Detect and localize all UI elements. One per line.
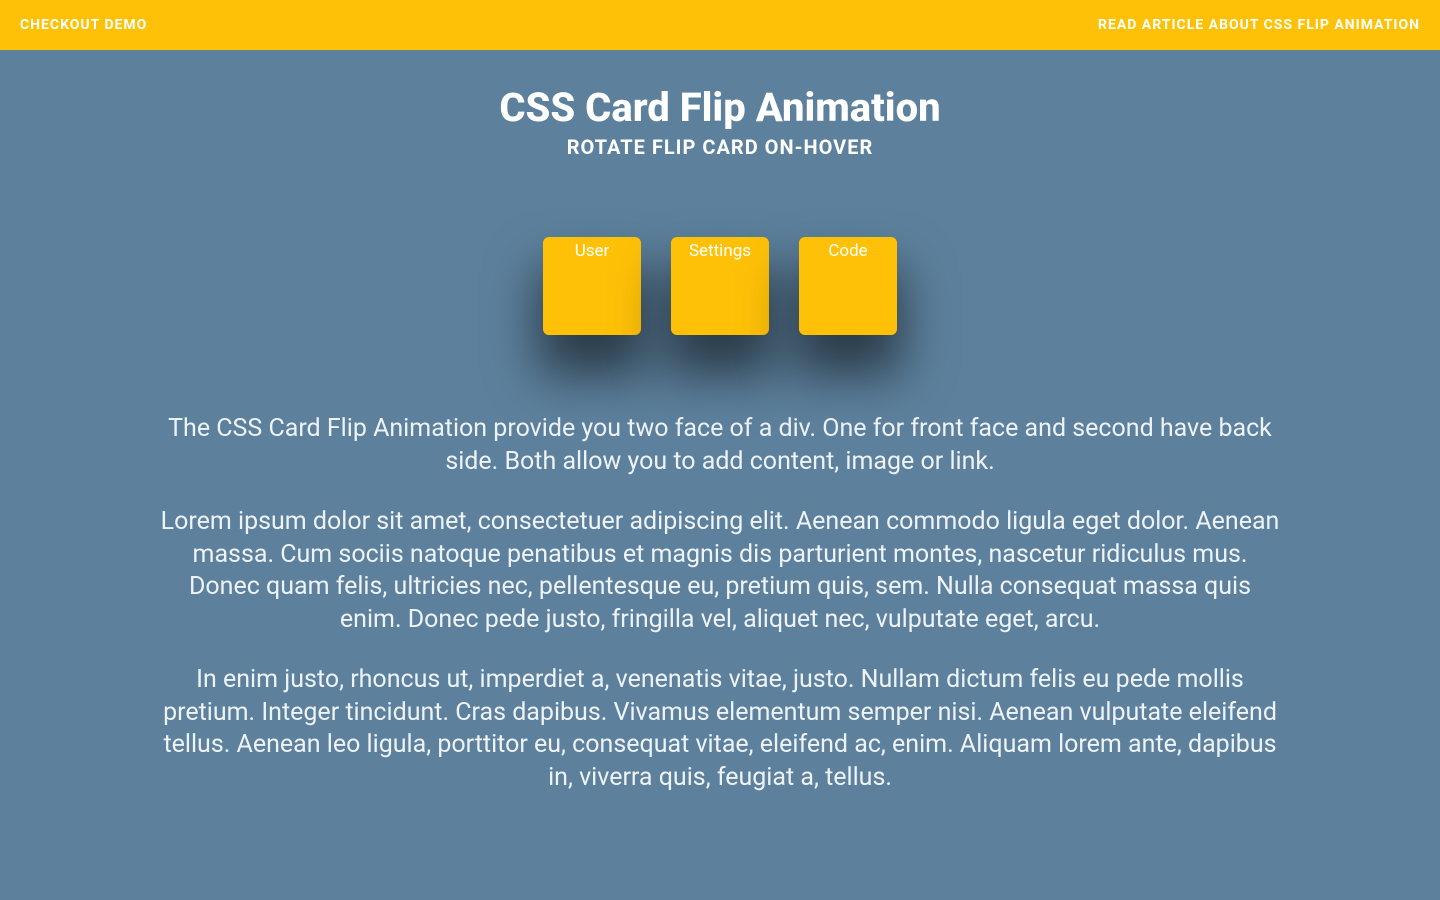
flip-card-code[interactable]: Code [799,237,897,335]
checkout-demo-link[interactable]: CHECKOUT DEMO [20,17,147,33]
read-article-link[interactable]: READ ARTICLE ABOUT CSS FLIP ANIMATION [1098,17,1420,33]
page-title: CSS Card Flip Animation [0,84,1440,131]
body-paragraph-2: In enim justo, rhoncus ut, imperdiet a, … [160,664,1280,794]
top-bar: CHECKOUT DEMO READ ARTICLE ABOUT CSS FLI… [0,0,1440,50]
content: The CSS Card Flip Animation provide you … [140,413,1300,794]
card-label: Settings [689,241,751,261]
body-paragraph-1: Lorem ipsum dolor sit amet, consectetuer… [160,506,1280,636]
flip-card-user[interactable]: User [543,237,641,335]
cards-row: User Settings Code [0,237,1440,335]
hero: CSS Card Flip Animation ROTATE FLIP CARD… [0,50,1440,159]
card-label: User [575,241,610,261]
page-subtitle: ROTATE FLIP CARD ON-HOVER [0,135,1440,159]
card-label: Code [828,241,867,261]
flip-card-settings[interactable]: Settings [671,237,769,335]
intro-paragraph: The CSS Card Flip Animation provide you … [160,413,1280,478]
